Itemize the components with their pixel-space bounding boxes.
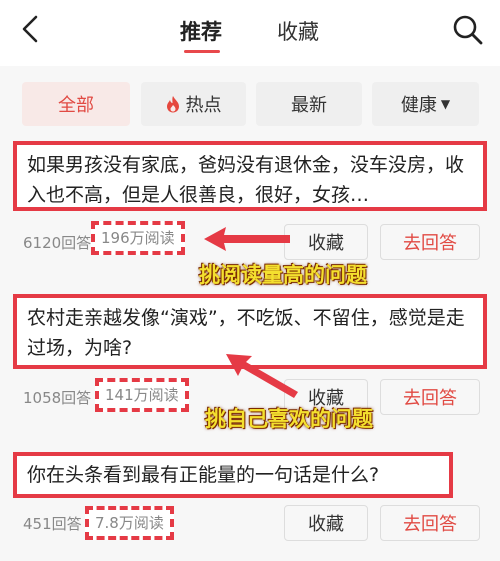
search-icon[interactable]	[451, 13, 485, 47]
arrow-annotation-1	[204, 227, 290, 251]
tip-high-reads: 挑阅读量高的问题	[199, 263, 367, 287]
answer-count: 6120回答	[23, 234, 92, 252]
question-3-text: 你在头条看到最有正能量的一句话是什么?	[27, 464, 380, 486]
answer-count: 1058回答	[23, 389, 92, 407]
filter-hot[interactable]: 热点	[141, 82, 246, 126]
read-count: 141万阅读	[95, 378, 189, 412]
active-tab-indicator	[184, 50, 220, 53]
filter-hot-label: 热点	[185, 95, 222, 116]
filter-health-dropdown[interactable]: 健康 ▼	[372, 82, 479, 126]
filter-all[interactable]: 全部	[22, 82, 130, 126]
go-answer-button[interactable]: 去回答	[380, 379, 480, 415]
question-title-1[interactable]: 如果男孩没有家底，爸妈没有退休金，没车没房，收入也不高，但是人很善良，很好，女孩…	[13, 141, 487, 211]
filter-latest-label: 最新	[291, 95, 327, 116]
filter-all-label: 全部	[58, 95, 94, 116]
collect-button[interactable]: 收藏	[284, 224, 368, 260]
read-count: 196万阅读	[91, 221, 185, 255]
arrow-annotation-2	[226, 354, 298, 398]
question-title-3[interactable]: 你在头条看到最有正能量的一句话是什么?	[13, 452, 453, 498]
top-bar: 推荐 收藏	[0, 0, 500, 66]
category-filter-bar: 全部 热点 最新 健康 ▼	[0, 82, 500, 128]
filter-health-label: 健康	[400, 95, 437, 116]
caret-down-icon: ▼	[440, 97, 451, 111]
fire-icon	[166, 96, 179, 113]
question-3-meta: 451回答 7.8万阅读 收藏 去回答	[0, 505, 500, 541]
answer-count: 451回答	[23, 515, 82, 533]
tip-preferred: 挑自己喜欢的问题	[205, 407, 373, 431]
tab-recommend[interactable]: 推荐	[180, 16, 222, 46]
tab-favorites[interactable]: 收藏	[277, 16, 319, 46]
collect-button[interactable]: 收藏	[284, 505, 368, 541]
read-count: 7.8万阅读	[85, 506, 174, 540]
filter-latest[interactable]: 最新	[256, 82, 362, 126]
go-answer-button[interactable]: 去回答	[380, 224, 480, 260]
question-1-text: 如果男孩没有家底，爸妈没有退休金，没车没房，收入也不高，但是人很善良，很好，女孩…	[27, 154, 465, 206]
back-arrow-icon[interactable]	[16, 14, 46, 44]
go-answer-button[interactable]: 去回答	[380, 505, 480, 541]
